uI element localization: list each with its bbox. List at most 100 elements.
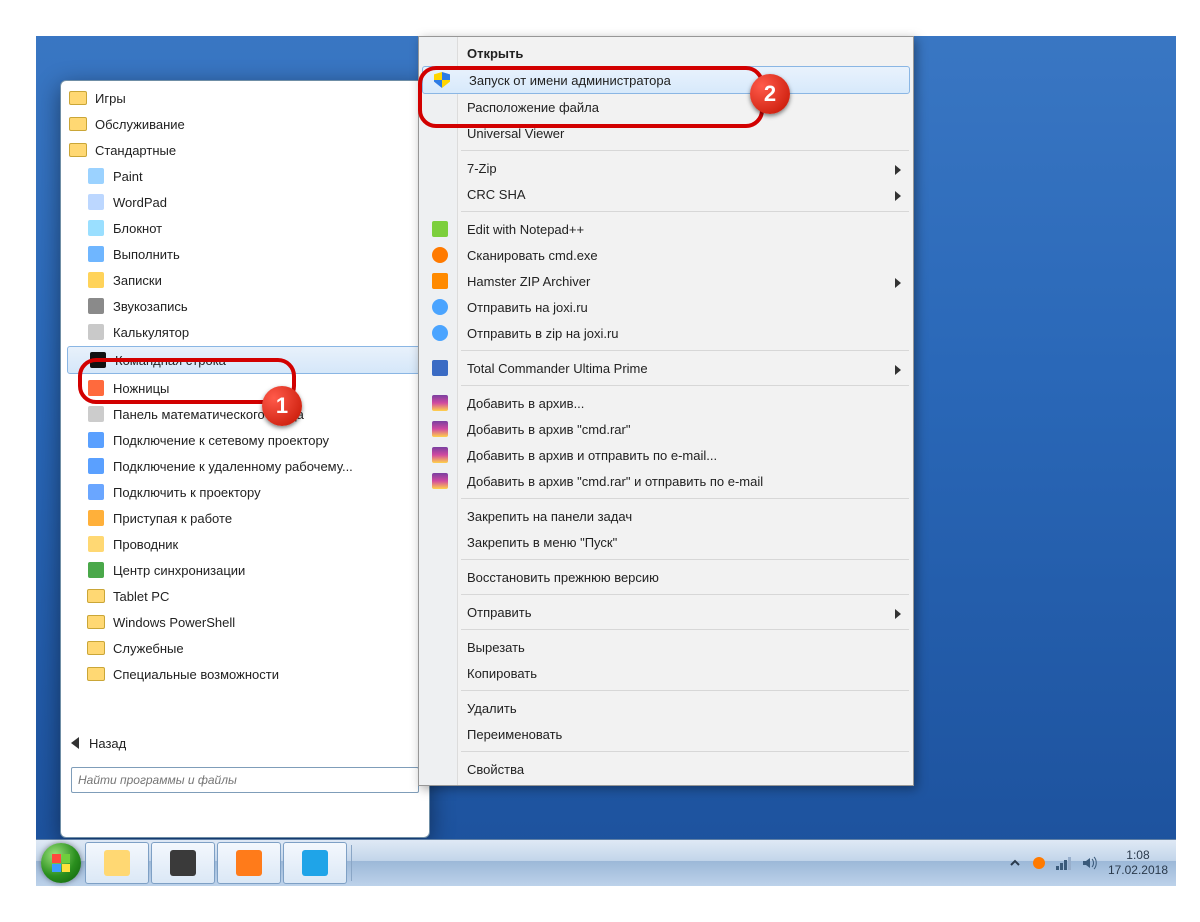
context-menu-item[interactable]: Отправить в zip на joxi.ru: [421, 320, 911, 346]
context-menu-separator: [461, 211, 909, 212]
item-label: Ножницы: [113, 381, 169, 396]
start-menu-item[interactable]: Звукозапись: [65, 293, 425, 319]
context-menu-item[interactable]: Hamster ZIP Archiver: [421, 268, 911, 294]
app-icon: [87, 535, 105, 553]
item-label: Обслуживание: [95, 117, 185, 132]
avast-tray-icon[interactable]: [1032, 856, 1046, 870]
menu-item-label: Отправить в zip на joxi.ru: [467, 326, 619, 341]
context-menu-item[interactable]: Расположение файла: [421, 94, 911, 120]
context-menu-item[interactable]: Total Commander Ultima Prime: [421, 355, 911, 381]
menu-item-label: 7-Zip: [467, 161, 497, 176]
menu-item-label: Восстановить прежнюю версию: [467, 570, 659, 585]
context-menu-item[interactable]: Свойства: [421, 756, 911, 782]
context-menu-separator: [461, 594, 909, 595]
app-icon: [87, 323, 105, 341]
start-menu-item[interactable]: Командная строка: [67, 346, 423, 374]
context-menu-item[interactable]: Восстановить прежнюю версию: [421, 564, 911, 590]
start-menu-item[interactable]: Служебные: [65, 635, 425, 661]
taskbar-button-explorer[interactable]: [85, 842, 149, 884]
menu-item-label: Закрепить в меню "Пуск": [467, 535, 617, 550]
context-menu-item[interactable]: Добавить в архив...: [421, 390, 911, 416]
taskbar-button-panda[interactable]: [151, 842, 215, 884]
back-label: Назад: [89, 736, 126, 751]
start-menu-item[interactable]: Блокнот: [65, 215, 425, 241]
start-menu-item[interactable]: Paint: [65, 163, 425, 189]
start-menu-back[interactable]: Назад: [65, 729, 425, 757]
item-label: Проводник: [113, 537, 178, 552]
context-menu-item[interactable]: Отправить на joxi.ru: [421, 294, 911, 320]
context-menu-item[interactable]: Вырезать: [421, 634, 911, 660]
start-menu-item[interactable]: Проводник: [65, 531, 425, 557]
network-icon[interactable]: [1056, 856, 1072, 870]
start-menu-item[interactable]: Tablet PC: [65, 583, 425, 609]
firefox-icon: [236, 850, 262, 876]
start-menu-item[interactable]: Подключение к удаленному рабочему...: [65, 453, 425, 479]
tc-icon: [430, 358, 450, 378]
menu-item-label: Свойства: [467, 762, 524, 777]
context-menu-item[interactable]: 7-Zip: [421, 155, 911, 181]
context-menu-item[interactable]: Открыть: [421, 40, 911, 66]
context-menu-item[interactable]: Переименовать: [421, 721, 911, 747]
context-menu-item[interactable]: Universal Viewer: [421, 120, 911, 146]
menu-item-label: Открыть: [467, 46, 523, 61]
item-label: Центр синхронизации: [113, 563, 245, 578]
app-icon: [89, 351, 107, 369]
folder-icon: [87, 613, 105, 631]
item-label: WordPad: [113, 195, 167, 210]
menu-item-label: Запуск от имени администратора: [469, 73, 671, 88]
context-menu-item[interactable]: Копировать: [421, 660, 911, 686]
menu-item-label: Universal Viewer: [467, 126, 564, 141]
context-menu-item[interactable]: CRC SHA: [421, 181, 911, 207]
context-menu-item[interactable]: Edit with Notepad++: [421, 216, 911, 242]
item-label: Приступая к работе: [113, 511, 232, 526]
taskbar-button-firefox[interactable]: [217, 842, 281, 884]
start-menu: Игры Обслуживание Стандартные Paint WordPad Б…: [60, 80, 430, 838]
start-menu-item[interactable]: Ножницы: [65, 375, 425, 401]
item-label: Стандартные: [95, 143, 176, 158]
item-label: Tablet PC: [113, 589, 169, 604]
start-menu-item[interactable]: Записки: [65, 267, 425, 293]
start-menu-item[interactable]: Калькулятор: [65, 319, 425, 345]
start-button[interactable]: [38, 840, 84, 886]
start-menu-item[interactable]: Выполнить: [65, 241, 425, 267]
tray-chevron-icon[interactable]: [1008, 856, 1022, 870]
annotation-badge-1: 1: [262, 386, 302, 426]
npp-icon: [430, 219, 450, 239]
context-menu-item[interactable]: Закрепить в меню "Пуск": [421, 529, 911, 555]
start-menu-program-list[interactable]: Игры Обслуживание Стандартные Paint WordPad Б…: [65, 85, 425, 725]
context-menu-item[interactable]: Добавить в архив и отправить по e-mail..…: [421, 442, 911, 468]
app-icon: [87, 509, 105, 527]
start-menu-item[interactable]: Приступая к работе: [65, 505, 425, 531]
start-menu-item[interactable]: Стандартные: [65, 137, 425, 163]
rar-icon: [430, 445, 450, 465]
start-menu-item[interactable]: Центр синхронизации: [65, 557, 425, 583]
start-menu-item[interactable]: Подключить к проектору: [65, 479, 425, 505]
start-menu-item[interactable]: Windows PowerShell: [65, 609, 425, 635]
start-menu-search: [71, 767, 419, 793]
context-menu-item[interactable]: Добавить в архив "cmd.rar": [421, 416, 911, 442]
context-menu-item[interactable]: Отправить: [421, 599, 911, 625]
context-menu: Открыть Запуск от имени администратора Рас…: [418, 36, 914, 786]
menu-item-label: Удалить: [467, 701, 517, 716]
context-menu-item[interactable]: Закрепить на панели задач: [421, 503, 911, 529]
search-input[interactable]: [71, 767, 419, 793]
start-menu-item[interactable]: Специальные возможности: [65, 661, 425, 687]
volume-icon[interactable]: [1082, 856, 1098, 870]
context-menu-item[interactable]: Запуск от имени администратора: [422, 66, 910, 94]
app-icon: [87, 167, 105, 185]
taskbar-button-skype[interactable]: [283, 842, 347, 884]
image-crop-border: [1176, 0, 1200, 922]
start-menu-item[interactable]: Панель математического ввода: [65, 401, 425, 427]
start-menu-item[interactable]: Игры: [65, 85, 425, 111]
system-tray[interactable]: 1:08 17.02.2018: [1000, 848, 1176, 878]
menu-item-label: Добавить в архив и отправить по e-mail..…: [467, 448, 717, 463]
context-menu-item[interactable]: Удалить: [421, 695, 911, 721]
start-menu-item[interactable]: Подключение к сетевому проектору: [65, 427, 425, 453]
start-menu-item[interactable]: Обслуживание: [65, 111, 425, 137]
start-menu-item[interactable]: WordPad: [65, 189, 425, 215]
item-label: Подключение к сетевому проектору: [113, 433, 329, 448]
taskbar-clock[interactable]: 1:08 17.02.2018: [1108, 848, 1168, 878]
context-menu-item[interactable]: Сканировать cmd.exe: [421, 242, 911, 268]
taskbar[interactable]: 1:08 17.02.2018: [36, 839, 1176, 886]
context-menu-item[interactable]: Добавить в архив "cmd.rar" и отправить п…: [421, 468, 911, 494]
